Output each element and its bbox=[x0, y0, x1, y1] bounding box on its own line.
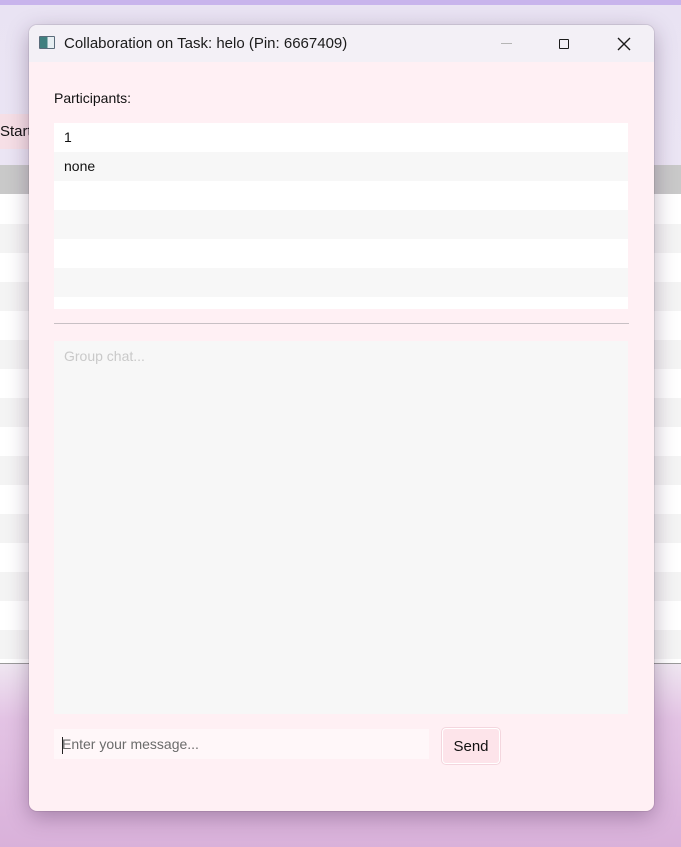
send-button[interactable]: Send bbox=[442, 728, 500, 764]
background-start-label: Start bbox=[0, 123, 32, 140]
minimize-button[interactable] bbox=[477, 25, 535, 62]
text-caret bbox=[62, 737, 63, 754]
title-bar[interactable]: Collaboration on Task: helo (Pin: 666740… bbox=[29, 25, 654, 62]
background-app-accent-strip bbox=[0, 0, 681, 5]
maximize-icon bbox=[559, 38, 569, 49]
participant-item[interactable] bbox=[54, 210, 628, 239]
maximize-button[interactable] bbox=[535, 25, 593, 62]
close-icon bbox=[617, 37, 631, 50]
window-title: Collaboration on Task: helo (Pin: 666740… bbox=[64, 35, 348, 52]
participant-item[interactable] bbox=[54, 268, 628, 297]
participants-label: Participants: bbox=[54, 90, 132, 106]
message-input[interactable] bbox=[54, 729, 429, 759]
collaboration-window: Collaboration on Task: helo (Pin: 666740… bbox=[29, 25, 654, 811]
minimize-icon bbox=[500, 43, 512, 44]
participant-item[interactable] bbox=[54, 297, 628, 309]
close-button[interactable] bbox=[595, 25, 653, 62]
participant-item[interactable] bbox=[54, 239, 628, 268]
app-window-icon bbox=[39, 36, 55, 49]
participant-item[interactable] bbox=[54, 181, 628, 210]
group-chat-area[interactable] bbox=[54, 341, 628, 714]
participant-item[interactable]: none bbox=[54, 152, 628, 181]
participant-item[interactable]: 1 bbox=[54, 123, 628, 152]
participants-list[interactable]: 1 none bbox=[54, 123, 628, 309]
section-divider bbox=[54, 323, 629, 324]
